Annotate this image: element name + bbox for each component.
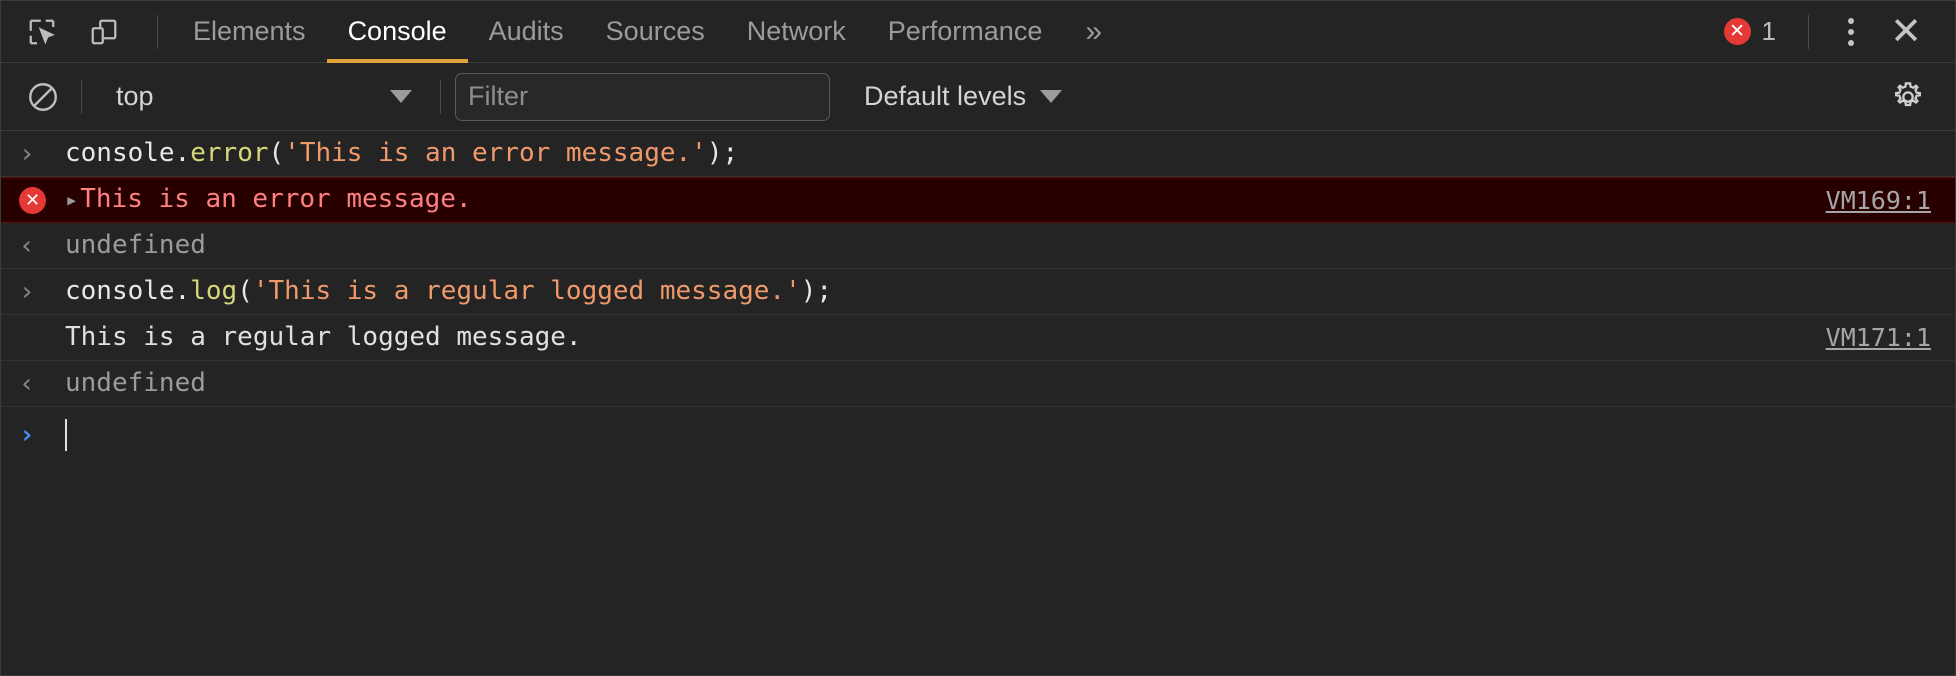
text-caret <box>65 419 67 451</box>
tab-network[interactable]: Network <box>726 1 867 62</box>
more-tabs-icon[interactable]: » <box>1063 1 1121 62</box>
device-toolbar-icon[interactable] <box>81 9 127 55</box>
console-input-row[interactable]: › console.log('This is a regular logged … <box>1 269 1955 315</box>
token-method: error <box>190 137 269 168</box>
console-result-row[interactable]: ‹ undefined <box>1 361 1955 407</box>
token-method: log <box>190 275 238 306</box>
clear-console-icon[interactable] <box>19 73 67 121</box>
error-count-badge[interactable]: ✕ 1 <box>1710 10 1790 54</box>
tab-console[interactable]: Console <box>326 1 468 63</box>
devtools-tabbar: Elements Console Audits Sources Network … <box>1 1 1955 63</box>
console-error-text: ▸This is an error message. <box>65 184 1796 215</box>
token-paren: ( <box>268 137 285 168</box>
error-circle-icon: ✕ <box>19 186 46 214</box>
prompt-chevron-icon: › <box>19 420 35 450</box>
chevron-down-icon <box>1040 90 1063 103</box>
console-input-text: console.error('This is an error message.… <box>65 138 1931 169</box>
token-object: console <box>65 275 175 306</box>
console-result-text: undefined <box>65 229 206 260</box>
token-string: 'This is an error message.' <box>284 137 707 168</box>
chevron-down-icon <box>390 90 412 103</box>
log-levels-label: Default levels <box>864 81 1027 111</box>
tabbar-right-divider <box>1808 14 1809 49</box>
console-filter-toolbar: top Default levels <box>1 63 1955 131</box>
result-chevron-icon: ‹ <box>19 230 35 261</box>
console-input-text: console.log('This is a regular logged me… <box>65 276 1931 307</box>
console-message-list[interactable]: › console.error('This is an error messag… <box>1 131 1955 675</box>
tab-sources[interactable]: Sources <box>585 1 726 62</box>
source-link[interactable]: VM169:1 <box>1796 186 1931 215</box>
console-result-text: undefined <box>65 367 206 398</box>
token-close: ); <box>800 275 833 306</box>
more-options-icon[interactable] <box>1827 8 1875 56</box>
log-levels-select[interactable]: Default levels <box>852 73 1074 121</box>
error-gutter: ✕ <box>19 186 65 214</box>
tabbar-right-controls: ✕ 1 ✕ <box>1710 8 1955 56</box>
tab-audits[interactable]: Audits <box>468 1 585 62</box>
tab-elements[interactable]: Elements <box>172 1 327 62</box>
expand-triangle-icon[interactable]: ▸ <box>65 188 78 213</box>
panel-tabs: Elements Console Audits Sources Network … <box>172 1 1121 63</box>
source-link[interactable]: VM171:1 <box>1796 323 1931 352</box>
devtools-window: Elements Console Audits Sources Network … <box>0 0 1956 676</box>
console-result-row[interactable]: ‹ undefined <box>1 223 1955 269</box>
token-string: 'This is a regular logged message.' <box>252 275 801 306</box>
filter-input[interactable] <box>455 72 830 121</box>
input-chevron-icon: › <box>19 276 35 307</box>
execution-context-value: top <box>116 81 154 111</box>
result-chevron-icon: ‹ <box>19 368 35 399</box>
console-prompt-input[interactable] <box>65 419 1931 451</box>
token-close: ); <box>706 137 739 168</box>
token-paren: ( <box>237 275 253 306</box>
token-dot: . <box>174 137 191 168</box>
input-chevron-icon: › <box>19 138 35 169</box>
console-input-row[interactable]: › console.error('This is an error messag… <box>1 131 1955 177</box>
token-object: console <box>65 137 175 168</box>
filterbar-divider-1 <box>81 79 82 114</box>
inspect-element-icon[interactable] <box>19 9 65 55</box>
console-log-row[interactable]: This is a regular logged message. VM171:… <box>1 315 1955 361</box>
console-error-row[interactable]: ✕ ▸This is an error message. VM169:1 <box>1 177 1955 223</box>
token-dot: . <box>174 275 191 306</box>
settings-gear-icon[interactable] <box>1883 72 1933 122</box>
error-count-label: 1 <box>1761 16 1776 46</box>
close-devtools-icon[interactable]: ✕ <box>1879 8 1933 56</box>
error-message-label: This is an error message. <box>80 184 472 215</box>
console-prompt-row[interactable]: › <box>1 407 1955 463</box>
tab-performance[interactable]: Performance <box>867 1 1064 62</box>
error-circle-icon: ✕ <box>1723 18 1751 45</box>
console-log-text: This is a regular logged message. <box>65 321 582 352</box>
execution-context-select[interactable]: top <box>96 73 426 121</box>
filterbar-divider-2 <box>440 79 441 114</box>
devtools-tool-icons <box>1 9 172 55</box>
toolbar-divider <box>157 14 158 49</box>
